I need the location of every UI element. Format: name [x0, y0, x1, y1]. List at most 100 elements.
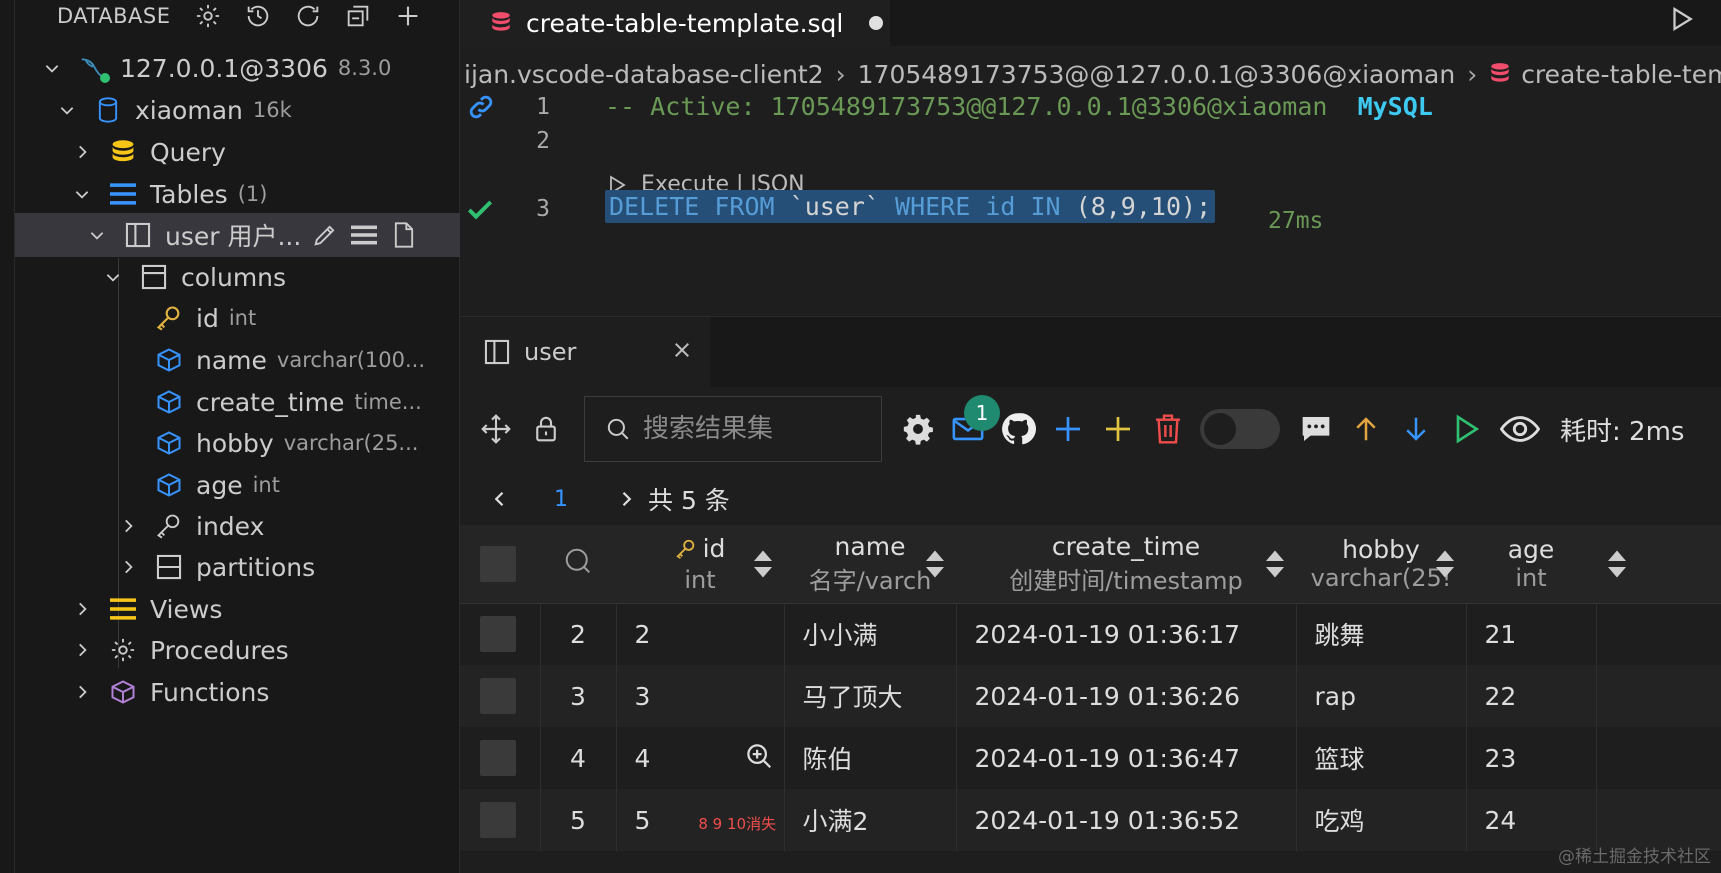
select-all-checkbox[interactable] [480, 545, 516, 582]
add-row-icon[interactable] [1050, 411, 1086, 447]
column-header-id[interactable]: id int [616, 525, 784, 604]
run-icon[interactable] [1667, 4, 1697, 38]
code-editor[interactable]: 1 2 3 -- Active: 1705489173753@@127.0.0.… [460, 92, 1721, 316]
arrow-up-icon[interactable] [1348, 411, 1384, 447]
search-column-header[interactable] [540, 525, 616, 604]
tree-table-user[interactable]: user 用户... [15, 213, 460, 257]
chevron-right-icon[interactable] [70, 597, 94, 621]
sort-icon[interactable] [1264, 549, 1286, 585]
breadcrumb-item[interactable]: 1705489173753@@127.0.0.1@3306@xiaoman [858, 60, 1456, 89]
collapse-all-icon[interactable] [342, 0, 374, 32]
table-row[interactable]: 4 4 陈伯 2024-01-19 01:36:47 篮球 23 [460, 727, 1721, 789]
row-select-cell[interactable] [460, 603, 541, 665]
chevron-right-icon[interactable] [70, 680, 94, 704]
row-checkbox[interactable] [480, 678, 516, 714]
arrow-down-icon[interactable] [1398, 411, 1434, 447]
select-all-header[interactable] [460, 525, 540, 604]
sort-icon[interactable] [1434, 549, 1456, 585]
github-icon[interactable] [1000, 411, 1036, 447]
table-row[interactable]: 5 5 8 9 10消失 小满2 2024-01-19 01:36:52 吃鸡 … [460, 789, 1721, 851]
tree-database[interactable]: xiaoman 16k [15, 88, 460, 132]
tree-column-hobby[interactable]: hobby varchar(25... [15, 421, 460, 465]
tab-user-result[interactable]: user [460, 317, 710, 387]
row-select-cell[interactable] [460, 789, 541, 851]
gear-icon[interactable] [192, 0, 224, 32]
mail-icon[interactable]: 1 [950, 395, 1000, 447]
tree-partitions[interactable]: partitions [15, 545, 460, 589]
cell-id[interactable]: 3 [616, 665, 785, 727]
trash-icon[interactable] [1150, 411, 1186, 447]
zoom-in-icon[interactable] [744, 741, 774, 777]
cell-age[interactable]: 21 [1466, 603, 1597, 665]
lock-icon[interactable] [528, 411, 564, 447]
cell-age[interactable]: 22 [1466, 665, 1597, 727]
chevron-down-icon[interactable] [70, 182, 94, 206]
eye-icon[interactable] [1498, 411, 1542, 447]
settings-gear-icon[interactable] [900, 411, 936, 447]
cell-hobby[interactable]: 吃鸡 [1296, 789, 1467, 851]
cell-create-time[interactable]: 2024-01-19 01:36:47 [956, 727, 1297, 789]
add-connection-icon[interactable] [392, 0, 424, 32]
cell-id[interactable]: 5 8 9 10消失 [616, 789, 785, 851]
close-icon[interactable] [672, 338, 692, 366]
tree-functions[interactable]: Functions [15, 670, 460, 714]
comment-icon[interactable] [1298, 411, 1334, 447]
cell-id[interactable]: 2 [616, 603, 785, 665]
tab-create-table-template[interactable]: create-table-template.sql [460, 0, 890, 46]
tree-tables[interactable]: Tables (1) [15, 172, 460, 216]
row-checkbox[interactable] [480, 740, 516, 776]
refresh-icon[interactable] [292, 0, 324, 32]
tree-column-id[interactable]: id int [15, 296, 460, 340]
tree-procedures[interactable]: Procedures [15, 628, 460, 672]
tree-column-age[interactable]: age int [15, 463, 460, 507]
tree-views[interactable]: Views [15, 587, 460, 631]
breadcrumb-item[interactable]: ijan.vscode-database-client2 [464, 60, 824, 89]
tree-query[interactable]: Query [15, 130, 460, 174]
file-icon[interactable] [391, 221, 417, 249]
cell-hobby[interactable]: 跳舞 [1296, 603, 1467, 665]
search-icon[interactable] [563, 546, 593, 576]
search-input[interactable] [643, 414, 863, 444]
cell-hobby[interactable]: 篮球 [1296, 727, 1467, 789]
cell-name[interactable]: 陈伯 [784, 727, 957, 789]
result-search-box[interactable] [584, 396, 882, 462]
tree-column-create-time[interactable]: create_time time... [15, 380, 460, 424]
cell-create-time[interactable]: 2024-01-19 01:36:26 [956, 665, 1297, 727]
list-rows-icon[interactable] [351, 224, 378, 246]
table-row[interactable]: 3 3 马了顶大 2024-01-19 01:36:26 rap 22 [460, 665, 1721, 727]
cell-id[interactable]: 4 [616, 727, 785, 789]
column-header-hobby[interactable]: hobby varchar(25! [1296, 525, 1466, 604]
link-icon[interactable] [466, 92, 496, 126]
chevron-down-icon[interactable] [40, 56, 64, 80]
cell-name[interactable]: 小满2 [784, 789, 957, 851]
chevron-right-icon[interactable] [116, 514, 140, 538]
sort-icon[interactable] [924, 549, 946, 585]
chevron-right-icon[interactable] [70, 140, 94, 164]
tree-columns[interactable]: columns [15, 255, 460, 299]
toggle-switch[interactable] [1200, 409, 1280, 449]
chevron-down-icon[interactable] [85, 223, 109, 247]
chevron-down-icon[interactable] [55, 98, 79, 122]
cell-create-time[interactable]: 2024-01-19 01:36:17 [956, 603, 1297, 665]
sort-icon[interactable] [752, 549, 774, 585]
tree-column-name[interactable]: name varchar(100... [15, 338, 460, 382]
chevron-right-icon[interactable] [116, 555, 140, 579]
chevron-down-icon[interactable] [101, 265, 125, 289]
tree-connection[interactable]: 127.0.0.1@3306 8.3.0 [15, 46, 460, 90]
table-row[interactable]: 2 2 小小满 2024-01-19 01:36:17 跳舞 21 [460, 603, 1721, 665]
chevron-right-icon[interactable] [70, 638, 94, 662]
page-number[interactable]: 1 [554, 487, 568, 512]
history-icon[interactable] [242, 0, 274, 32]
column-header-create-time[interactable]: create_time 创建时间/timestamp [956, 525, 1296, 604]
cell-age[interactable]: 23 [1466, 727, 1597, 789]
add-column-icon[interactable] [1100, 411, 1136, 447]
unsaved-dot-icon[interactable] [869, 16, 884, 30]
edit-table-icon[interactable] [311, 221, 339, 249]
move-icon[interactable] [478, 411, 514, 447]
row-checkbox[interactable] [480, 616, 516, 653]
cell-name[interactable]: 小小满 [784, 603, 957, 665]
row-select-cell[interactable] [460, 727, 541, 789]
cell-create-time[interactable]: 2024-01-19 01:36:52 [956, 789, 1297, 851]
tree-index[interactable]: index [15, 504, 460, 548]
sort-icon[interactable] [1606, 549, 1628, 585]
